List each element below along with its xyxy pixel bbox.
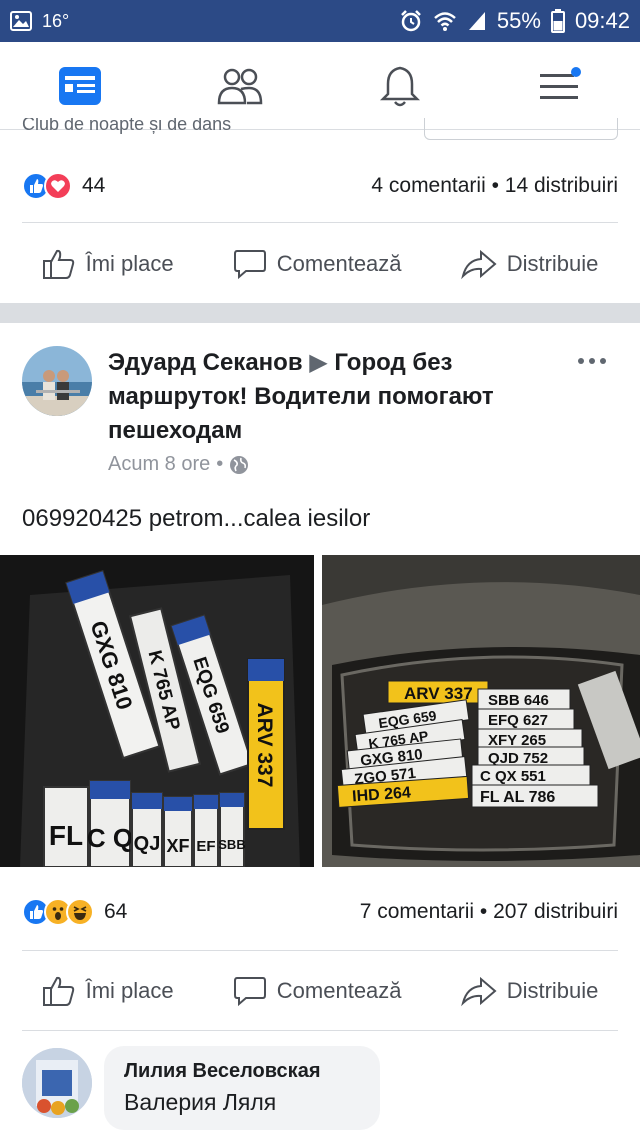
post2-photo-left[interactable]: GXG 810 K 765 AP EQG 659 ARV 337 FL C Q <box>0 555 314 867</box>
share-arrow-icon <box>460 249 497 280</box>
gallery-notification-icon <box>10 11 32 31</box>
comment-bubble-icon <box>233 977 266 1007</box>
post2-action-row: Îmi place Comentează Distribuie <box>0 961 640 1021</box>
like-label: Îmi place <box>85 251 174 276</box>
share-arrow-icon <box>460 976 497 1007</box>
battery-percent: 55% <box>496 8 541 33</box>
post2-photo-right[interactable]: ARV 337 SBB 646 EQG 659 EFQ 627 K 765 AP… <box>322 555 640 867</box>
divider <box>22 1030 618 1031</box>
caret-right-icon: ▶ <box>309 349 328 376</box>
post2-title: Эдуард Секанов ▶ Город без маршруток! Во… <box>108 346 568 448</box>
post2-meta: Acum 8 ore • <box>108 453 249 476</box>
plate-fl-left: FL <box>49 820 83 851</box>
post2-like-button[interactable]: Îmi place <box>42 975 174 1007</box>
signal-icon <box>467 10 487 32</box>
post2-share-button[interactable]: Distribuie <box>460 975 599 1007</box>
post2-more-button[interactable] <box>572 346 612 376</box>
thumbs-up-icon <box>42 976 74 1006</box>
plate-fl-right: FL AL 786 <box>480 789 555 806</box>
plate-efq-right: EFQ 627 <box>488 712 548 729</box>
comment-author-name[interactable]: Лилия Веселовская <box>124 1056 360 1086</box>
battery-icon <box>550 9 565 33</box>
nav-news-feed[interactable] <box>40 51 120 121</box>
post1-reactions-row: 44 4 comentarii • 14 distribuiri <box>0 166 640 206</box>
thumbs-up-icon <box>42 249 74 279</box>
comment-label: Comentează <box>276 978 402 1003</box>
post2-reaction-count: 64 <box>104 900 128 923</box>
wifi-icon <box>433 10 457 32</box>
top-nav-bar <box>0 42 640 130</box>
post1-reaction-count: 44 <box>82 174 106 197</box>
plate-cq-left: C Q <box>87 823 133 853</box>
post1-action-row: Îmi place Comentează Distribuie <box>0 234 640 294</box>
haha-reaction-icon <box>66 898 94 926</box>
plate-xfy-right: XFY 265 <box>488 732 546 749</box>
comment-label: Comentează <box>276 251 402 276</box>
clock: 09:42 <box>574 8 630 33</box>
plate-sbb-right: SBB 646 <box>488 692 549 709</box>
plate-qj-left: QJ <box>134 833 161 855</box>
more-dots-icon <box>578 358 606 364</box>
notifications-bell-icon <box>380 66 420 106</box>
previous-post-fragment: Club de noapte și de dans <box>0 118 640 148</box>
alarm-icon <box>399 9 423 33</box>
status-bar: 16° 55% 09:42 <box>0 0 640 42</box>
plate-cqx-right: C QX 551 <box>480 768 546 785</box>
divider <box>22 950 618 951</box>
previous-post-text: Club de noapte și de dans <box>22 118 232 134</box>
post2-reactions-row: 64 7 comentarii • 207 distribuiri <box>0 892 640 932</box>
menu-icon <box>540 66 581 99</box>
divider <box>22 222 618 223</box>
post2-author-avatar[interactable] <box>22 346 92 416</box>
comment-author-avatar[interactable] <box>22 1048 92 1118</box>
share-label: Distribuie <box>506 978 599 1003</box>
nav-menu[interactable] <box>520 51 600 121</box>
plate-ef-left: EF <box>196 838 215 855</box>
share-label: Distribuie <box>506 251 599 276</box>
post1-stats[interactable]: 4 comentarii • 14 distribuiri <box>371 174 618 198</box>
comment-bubble[interactable]: Лилия Веселовская Валерия Ляля <box>104 1046 380 1130</box>
post1-comment-button[interactable]: Comentează <box>233 248 402 280</box>
like-label: Îmi place <box>85 978 174 1003</box>
news-feed-icon <box>59 66 101 105</box>
post1-like-button[interactable]: Îmi place <box>42 248 174 280</box>
temperature: 16° <box>42 10 70 31</box>
plate-qjd-right: QJD 752 <box>488 750 548 767</box>
previous-post-button[interactable] <box>424 118 618 140</box>
plate-arv-left: ARV 337 <box>253 703 276 788</box>
meta-dot: • <box>216 453 224 475</box>
nav-friends[interactable] <box>200 51 280 121</box>
post2-stats[interactable]: 7 comentarii • 207 distribuiri <box>360 900 618 924</box>
feed-separator <box>0 303 640 323</box>
globe-icon <box>230 455 249 474</box>
post2-text: 069920425 petrom...calea iesilor <box>22 505 371 532</box>
post1-share-button[interactable]: Distribuie <box>460 248 599 280</box>
plate-xf-left: XF <box>166 836 189 856</box>
plate-sbb-left: SBB <box>218 837 245 852</box>
comment-text: Валерия Ляля <box>124 1089 277 1115</box>
post1-reactions[interactable] <box>22 172 72 200</box>
nav-notifications[interactable] <box>360 51 440 121</box>
post2-author-name[interactable]: Эдуард Секанов <box>108 349 303 376</box>
post2-time[interactable]: Acum 8 ore <box>108 453 210 476</box>
comment-bubble-icon <box>233 250 266 280</box>
friends-icon <box>217 68 263 104</box>
post2-reactions[interactable] <box>22 898 94 926</box>
post2-comment-button[interactable]: Comentează <box>233 975 402 1007</box>
love-reaction-icon <box>44 172 72 200</box>
